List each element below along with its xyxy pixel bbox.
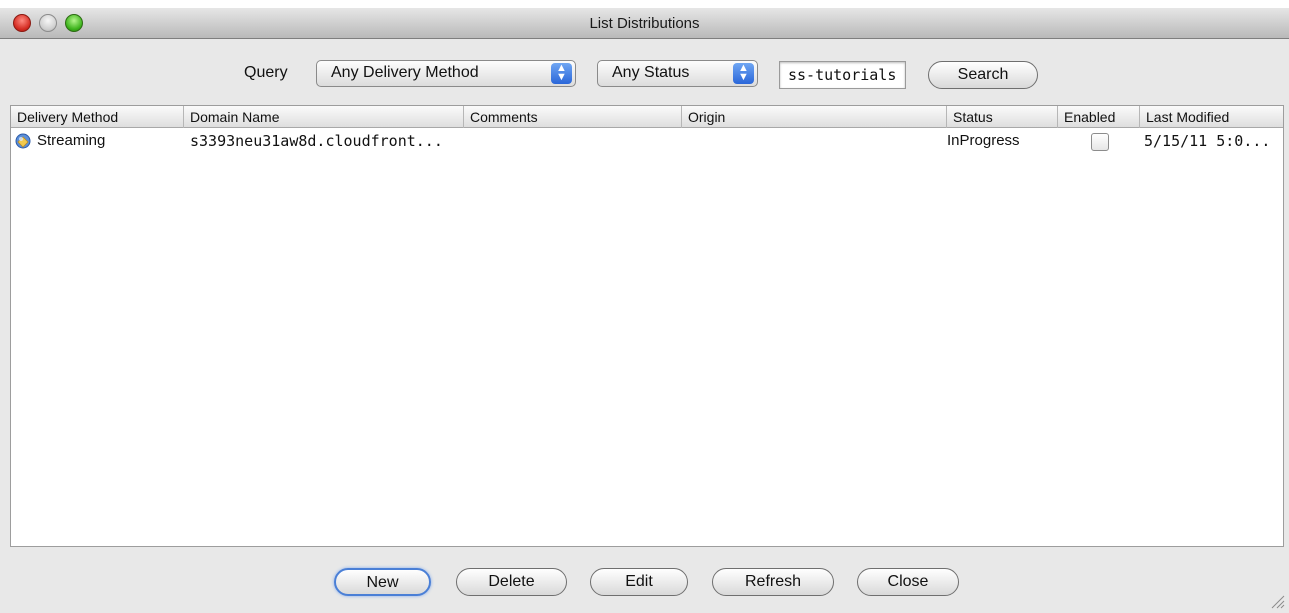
streaming-distribution-icon <box>15 133 31 149</box>
cell-status: InProgress <box>947 132 1020 149</box>
column-header-origin[interactable]: Origin <box>682 106 947 128</box>
query-bar: Query Any Delivery Method ▲ ▼ Any Status … <box>0 39 1289 97</box>
column-header-enabled[interactable]: Enabled <box>1058 106 1140 128</box>
close-button[interactable]: Close <box>857 568 959 596</box>
resize-grip-icon[interactable] <box>1269 593 1285 609</box>
query-label: Query <box>244 64 288 81</box>
search-button[interactable]: Search <box>928 61 1038 89</box>
cell-last-modified: 5/15/11 5:0... <box>1144 132 1271 150</box>
delete-button[interactable]: Delete <box>456 568 567 596</box>
cell-domain-name: s3393neu31aw8d.cloudfront... <box>190 132 443 150</box>
status-select[interactable]: Any Status ▲ ▼ <box>597 60 758 87</box>
status-value: Any Status <box>612 64 690 81</box>
delivery-method-value: Any Delivery Method <box>331 64 479 81</box>
new-button[interactable]: New <box>334 568 431 596</box>
window-title: List Distributions <box>589 15 700 32</box>
edit-button[interactable]: Edit <box>590 568 688 596</box>
refresh-button[interactable]: Refresh <box>712 568 834 596</box>
column-header-domain-name[interactable]: Domain Name <box>184 106 464 128</box>
enabled-checkbox[interactable] <box>1091 133 1109 151</box>
distributions-table[interactable]: Delivery Method Domain Name Comments Ori… <box>10 105 1284 547</box>
list-distributions-window: List Distributions Query Any Delivery Me… <box>0 8 1289 613</box>
column-header-status[interactable]: Status <box>947 106 1058 128</box>
column-header-comments[interactable]: Comments <box>464 106 682 128</box>
column-header-delivery-method[interactable]: Delivery Method <box>11 106 184 128</box>
up-down-arrows-icon: ▲ ▼ <box>733 63 754 84</box>
cell-delivery-method: Streaming <box>37 132 106 149</box>
title-bar[interactable]: List Distributions <box>0 8 1289 39</box>
delivery-method-select[interactable]: Any Delivery Method ▲ ▼ <box>316 60 576 87</box>
table-row[interactable]: Streaming s3393neu31aw8d.cloudfront... I… <box>11 129 1283 153</box>
table-header: Delivery Method Domain Name Comments Ori… <box>11 106 1283 128</box>
column-header-last-modified[interactable]: Last Modified <box>1140 106 1283 128</box>
up-down-arrows-icon: ▲ ▼ <box>551 63 572 84</box>
search-input[interactable]: ss-tutorials <box>779 61 906 89</box>
